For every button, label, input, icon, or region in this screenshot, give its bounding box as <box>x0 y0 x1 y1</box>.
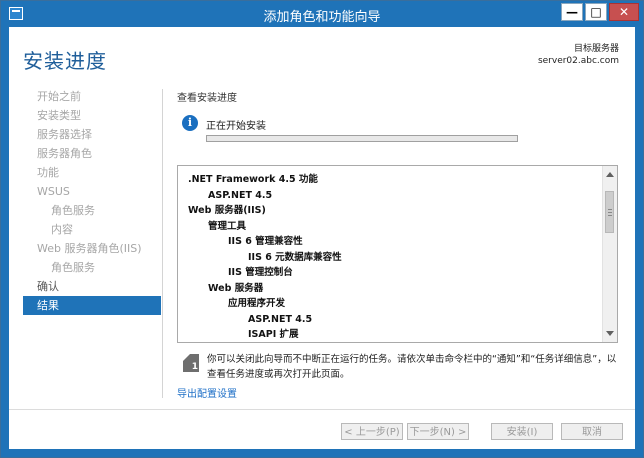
window-title: 添加角色和功能向导 <box>263 10 381 25</box>
footer-divider <box>9 409 635 410</box>
export-config-link[interactable]: 导出配置设置 <box>177 385 237 400</box>
feature-item: IIS 6 元数据库兼容性 <box>248 251 342 263</box>
wizard-window: 添加角色和功能向导 — □ ✕ 安装进度 目标服务器 server02.abc.… <box>0 0 644 458</box>
feature-item: ISAPI 扩展 <box>248 329 299 340</box>
feature-item: 应用程序开发 <box>228 298 286 309</box>
feature-item: ISAPI 筛选器 <box>178 343 603 344</box>
nav-item[interactable]: 确认 <box>23 277 161 296</box>
progress-bar <box>206 135 518 142</box>
status-text: 正在开始安装 <box>206 121 266 132</box>
feature-item: IIS 6 管理兼容性 <box>228 236 303 247</box>
target-server-label: 目标服务器 <box>573 44 619 54</box>
nav-item: Web 服务器角色(IIS) <box>37 242 142 255</box>
nav-item: 角色服务 <box>51 204 95 217</box>
next-button[interactable]: 下一步(N) > <box>407 423 469 440</box>
note-text: 你可以关闭此向导而不中断正在运行的任务。请依次单击命令栏中的“通知”和“任务详细… <box>207 354 617 380</box>
nav-divider <box>162 89 163 398</box>
nav-item: WSUS <box>37 185 70 198</box>
wizard-nav: 开始之前 安装类型 服务器选择 服务器角色 功能 WSUS 角色服务 内容 Web 服务器角色(… <box>23 87 161 315</box>
vertical-scrollbar[interactable] <box>602 166 617 342</box>
feature-item: ASP.NET 4.5 <box>208 189 273 201</box>
feature-item: 管理工具 <box>208 220 247 232</box>
feature-rows: .NET Framework 4.5 功能 ASP.NET 4.5 Web 服务器(… <box>178 172 603 344</box>
scroll-thumb[interactable] <box>605 191 614 233</box>
maximize-button[interactable]: □ <box>585 3 607 21</box>
minimize-button[interactable]: — <box>561 3 583 21</box>
feature-item: .NET Framework 4.5 功能 <box>188 174 318 185</box>
section-label: 查看安装进度 <box>177 93 237 104</box>
nav-item: 功能 <box>37 166 59 179</box>
grip-line <box>608 209 612 210</box>
page-title: 安装进度 <box>23 49 107 73</box>
cancel-button[interactable]: 取消 <box>561 423 623 440</box>
info-icon: i <box>182 115 198 131</box>
nav-item[interactable]: 结果 <box>23 296 161 315</box>
feature-item: Web 服务器 <box>208 282 264 294</box>
scroll-up-icon[interactable] <box>606 172 614 177</box>
grip-line <box>608 215 612 216</box>
wizard-content: 安装进度 目标服务器 server02.abc.com 开始之前安装类型服务器选… <box>9 27 635 449</box>
notification-flag-icon: 1 <box>183 354 199 372</box>
title-bar[interactable]: 添加角色和功能向导 — □ ✕ <box>1 1 643 27</box>
previous-button[interactable]: < 上一步(P) <box>341 423 403 440</box>
nav-item: 服务器选择 <box>37 128 92 141</box>
nav-item: 角色服务 <box>51 261 95 274</box>
feature-item: ASP.NET 4.5 <box>248 313 313 325</box>
feature-list[interactable]: .NET Framework 4.5 功能 ASP.NET 4.5 Web 服务器(… <box>177 165 618 343</box>
nav-item: 安装类型 <box>37 109 81 122</box>
target-server: 目标服务器 server02.abc.com <box>538 43 619 67</box>
feature-item: Web 服务器(IIS) <box>188 205 266 216</box>
install-button[interactable]: 安装(I) <box>491 423 553 440</box>
target-server-name: server02.abc.com <box>537 56 619 66</box>
close-button[interactable]: ✕ <box>609 3 639 21</box>
nav-item: 内容 <box>51 223 73 236</box>
nav-item: 服务器角色 <box>37 147 92 160</box>
feature-item: IIS 管理控制台 <box>228 267 293 278</box>
nav-item: 开始之前 <box>37 90 81 103</box>
grip-line <box>608 212 612 213</box>
scroll-down-icon[interactable] <box>606 331 614 336</box>
